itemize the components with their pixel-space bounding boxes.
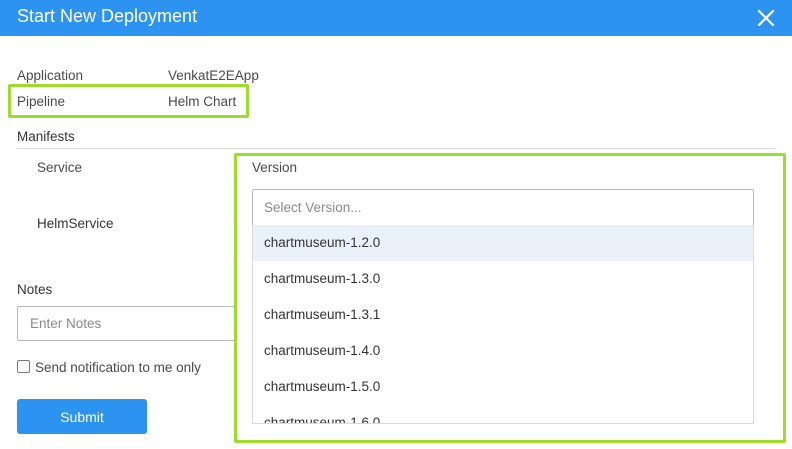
dialog-header: Start New Deployment	[0, 0, 792, 36]
service-column-header: Service	[37, 160, 83, 175]
version-option[interactable]: chartmuseum-1.2.0	[253, 225, 753, 261]
manifests-divider	[17, 148, 775, 149]
application-label: Application	[17, 68, 84, 83]
version-option[interactable]: chartmuseum-1.4.0	[253, 333, 753, 369]
helm-service-name: HelmService	[37, 216, 114, 231]
application-value: VenkatE2EApp	[168, 68, 259, 83]
version-column-header: Version	[252, 160, 298, 175]
version-option[interactable]: chartmuseum-1.5.0	[253, 369, 753, 405]
version-option[interactable]: chartmuseum-1.3.1	[253, 297, 753, 333]
notes-label: Notes	[17, 282, 53, 297]
pipeline-value: Helm Chart	[168, 94, 237, 109]
close-icon[interactable]	[756, 8, 776, 28]
dialog-title: Start New Deployment	[17, 6, 198, 26]
notify-label: Send notification to me only	[35, 360, 201, 375]
version-select[interactable]: Select Version...	[252, 189, 754, 226]
version-option[interactable]: chartmuseum-1.3.0	[253, 261, 753, 297]
version-option[interactable]: chartmuseum-1.6.0	[253, 405, 753, 423]
submit-button[interactable]: Submit	[17, 399, 147, 434]
notify-checkbox[interactable]	[17, 360, 30, 373]
manifests-label: Manifests	[17, 129, 75, 144]
pipeline-label: Pipeline	[17, 94, 66, 109]
version-dropdown-list: chartmuseum-1.2.0 chartmuseum-1.3.0 char…	[252, 225, 754, 424]
